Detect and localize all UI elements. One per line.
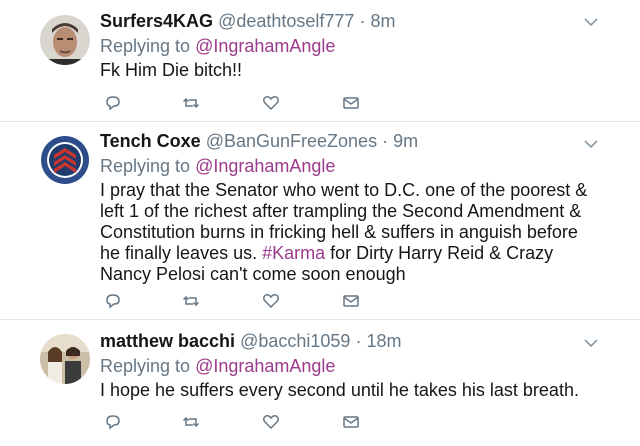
tweet-header: Tench Coxe @BanGunFreeZones · 9m [100, 130, 600, 152]
display-name[interactable]: matthew bacchi [100, 331, 235, 351]
tweet[interactable]: Surfers4KAG @deathtoself777 · 8m Replyin… [0, 0, 640, 122]
retweet-icon[interactable] [182, 414, 200, 430]
timestamp[interactable]: 8m [370, 11, 395, 31]
display-name[interactable]: Surfers4KAG [100, 11, 213, 31]
tweet-text-line: left 1 of the richest after trampling th… [100, 201, 582, 221]
reply-icon[interactable] [104, 95, 122, 111]
retweet-icon[interactable] [182, 293, 200, 309]
tweet-header: Surfers4KAG @deathtoself777 · 8m [100, 10, 600, 32]
tweet-actions [104, 95, 364, 111]
tweet[interactable]: Tench Coxe @BanGunFreeZones · 9m Replyin… [0, 122, 640, 320]
replying-to: Replying to @IngrahamAngle [100, 155, 600, 177]
avatar[interactable] [40, 334, 90, 384]
profile-photo-man-icon [40, 15, 90, 65]
direct-message-icon[interactable] [342, 414, 360, 430]
replying-to: Replying to @IngrahamAngle [100, 355, 600, 377]
chevron-down-icon[interactable] [584, 338, 598, 348]
tweet-feed: Surfers4KAG @deathtoself777 · 8m Replyin… [0, 0, 640, 446]
tweet-text: I pray that the Senator who went to D.C.… [100, 180, 600, 285]
separator-dot: · [355, 331, 362, 351]
retweet-icon[interactable] [182, 95, 200, 111]
replying-to-label: Replying to [100, 356, 191, 376]
group-photo-icon [40, 334, 90, 384]
tweet-text: I hope he suffers every second until he … [100, 380, 579, 400]
tweet-text-line: I pray that the Senator who went to D.C.… [100, 180, 588, 200]
chevron-down-icon[interactable] [584, 17, 598, 27]
separator-dot: · [382, 131, 389, 151]
tweet-text-segment: for Dirty Harry Reid & Crazy [325, 243, 554, 263]
mention-link[interactable]: @IngrahamAngle [195, 36, 335, 56]
tweet-text-line: he finally leaves us. #Karma for Dirty H… [100, 243, 600, 264]
tweet-text: Fk Him Die bitch!! [100, 60, 243, 80]
tweet-actions [104, 293, 364, 309]
mention-link[interactable]: @IngrahamAngle [195, 156, 335, 176]
tweet-text-line: Constitution burns in fricking hell & su… [100, 222, 578, 242]
mention-link[interactable]: @IngrahamAngle [195, 356, 335, 376]
display-name[interactable]: Tench Coxe [100, 131, 201, 151]
heart-icon[interactable] [262, 95, 280, 111]
user-handle[interactable]: @bacchi1059 [240, 331, 350, 351]
replying-to-label: Replying to [100, 156, 191, 176]
replying-to: Replying to @IngrahamAngle [100, 35, 600, 57]
tweet[interactable]: matthew bacchi @bacchi1059 · 18m Replyin… [0, 320, 640, 446]
user-handle[interactable]: @deathtoself777 [218, 11, 354, 31]
heart-icon[interactable] [262, 293, 280, 309]
timestamp[interactable]: 18m [366, 331, 401, 351]
reply-icon[interactable] [104, 293, 122, 309]
tweet-text-segment: he finally leaves us. [100, 243, 263, 263]
tweet-actions [104, 414, 364, 430]
tweet-header: matthew bacchi @bacchi1059 · 18m [100, 330, 600, 352]
direct-message-icon[interactable] [342, 293, 360, 309]
sergeant-badge-emblem-icon [40, 135, 90, 185]
user-handle[interactable]: @BanGunFreeZones [206, 131, 377, 151]
tweet-text-line: Nancy Pelosi can't come soon enough [100, 264, 406, 284]
avatar[interactable] [40, 135, 90, 185]
separator-dot: · [359, 11, 366, 31]
replying-to-label: Replying to [100, 36, 191, 56]
heart-icon[interactable] [262, 414, 280, 430]
timestamp[interactable]: 9m [393, 131, 418, 151]
reply-icon[interactable] [104, 414, 122, 430]
chevron-down-icon[interactable] [584, 139, 598, 149]
avatar[interactable] [40, 15, 90, 65]
direct-message-icon[interactable] [342, 95, 360, 111]
hashtag-link[interactable]: #Karma [262, 243, 325, 263]
